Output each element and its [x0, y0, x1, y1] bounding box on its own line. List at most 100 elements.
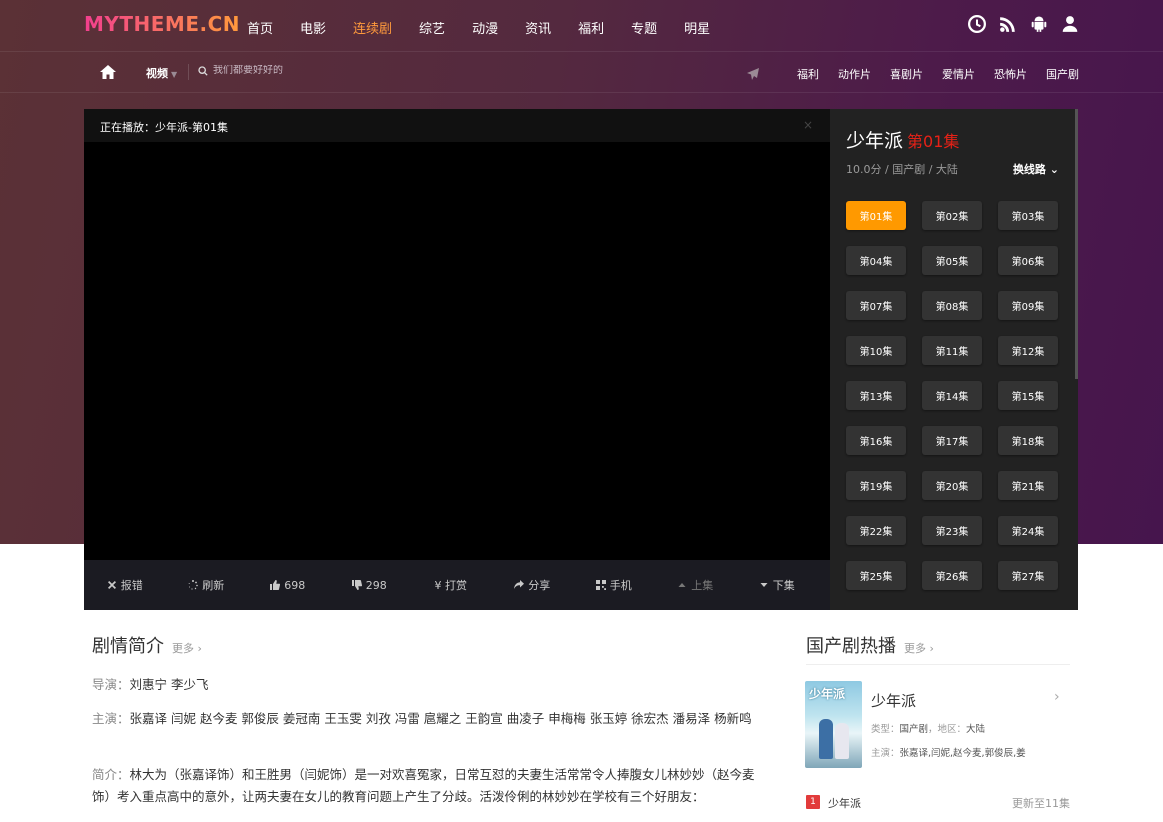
hot-list-heading: 国产剧热播 更多 ›	[806, 632, 934, 658]
episode-button[interactable]: 第05集	[922, 246, 982, 275]
episode-button[interactable]: 第22集	[846, 516, 906, 545]
close-icon	[107, 581, 116, 589]
synopsis-title: 剧情简介	[92, 636, 164, 657]
next-label: 下集	[772, 579, 795, 592]
menu-item-home[interactable]: 首页	[247, 18, 273, 37]
category-select[interactable]: 视频 ▼	[146, 65, 177, 81]
spinner-icon	[188, 580, 199, 590]
episode-panel: 少年派第01集 10.0分 / 国产剧 / 大陆 换线路 ⌄ 第01集 第02集第…	[830, 109, 1078, 610]
report-button[interactable]: 报错	[84, 577, 166, 593]
mobile-button[interactable]: 手机	[573, 577, 655, 593]
featured-poster[interactable]: 少年派	[805, 681, 862, 768]
episode-button[interactable]: 第12集	[998, 336, 1058, 365]
clock-icon[interactable]	[968, 15, 986, 33]
cast-label: 主演：	[92, 711, 130, 726]
sub-link-romance[interactable]: 爱情片	[942, 66, 975, 82]
show-meta: 10.0分 / 国产剧 / 大陆	[846, 163, 958, 176]
sub-link-comedy[interactable]: 喜剧片	[890, 66, 923, 82]
episode-button[interactable]: 第16集	[846, 426, 906, 455]
region-value: 大陆	[966, 724, 986, 735]
sub-link-action[interactable]: 动作片	[838, 66, 871, 82]
dislike-button[interactable]: 298	[329, 579, 411, 592]
episode-button[interactable]: 第25集	[846, 561, 906, 590]
switch-line-button[interactable]: 换线路 ⌄	[1013, 161, 1059, 177]
menu-item-topics[interactable]: 专题	[631, 18, 657, 37]
video-screen[interactable]	[84, 142, 830, 560]
poster-figure	[835, 723, 849, 759]
show-name: 少年派	[846, 130, 904, 152]
episode-button[interactable]: 第15集	[998, 381, 1058, 410]
rank-update: 更新至11集	[1012, 797, 1070, 810]
hot-list-title: 国产剧热播	[806, 636, 896, 657]
user-icon[interactable]	[1061, 15, 1079, 33]
episode-button[interactable]: 第21集	[998, 471, 1058, 500]
episode-button[interactable]: 第10集	[846, 336, 906, 365]
rss-icon[interactable]	[999, 15, 1017, 33]
episode-button[interactable]: 第04集	[846, 246, 906, 275]
episode-button[interactable]: 第26集	[922, 561, 982, 590]
type-label: 类型：	[871, 724, 900, 735]
prev-episode-button[interactable]: 上集	[655, 577, 737, 593]
episode-button[interactable]: 第17集	[922, 426, 982, 455]
director-names: 刘惠宁 李少飞	[129, 677, 209, 692]
top-icons	[968, 15, 1079, 33]
episode-button[interactable]: 第07集	[846, 291, 906, 320]
menu-item-anime[interactable]: 动漫	[472, 18, 498, 37]
rank-list-item[interactable]: 1 少年派 更新至11集	[806, 794, 1070, 810]
menu-item-series[interactable]: 连续剧	[353, 18, 392, 37]
episode-button[interactable]: 第18集	[998, 426, 1058, 455]
region-label: ，地区：	[928, 724, 967, 735]
episode-button[interactable]: 第20集	[922, 471, 982, 500]
synopsis-heading: 剧情简介 更多 ›	[92, 632, 202, 658]
episode-button[interactable]: 第14集	[922, 381, 982, 410]
episode-button[interactable]: 第13集	[846, 381, 906, 410]
home-icon[interactable]	[100, 65, 116, 79]
episode-button[interactable]: 第01集	[846, 201, 906, 230]
episode-button[interactable]: 第27集	[998, 561, 1058, 590]
synopsis-more-link[interactable]: 更多 ›	[172, 642, 202, 655]
poster-title: 少年派	[809, 687, 846, 701]
menu-item-movies[interactable]: 电影	[300, 18, 326, 37]
search-input[interactable]	[213, 65, 363, 76]
episode-button[interactable]: 第11集	[922, 336, 982, 365]
sub-link-domestic[interactable]: 国产剧	[1046, 66, 1079, 82]
search-bar	[198, 65, 363, 76]
sub-link-horror[interactable]: 恐怖片	[994, 66, 1027, 82]
menu-item-welfare[interactable]: 福利	[578, 18, 604, 37]
close-icon[interactable]: ×	[803, 118, 813, 132]
hot-more-link[interactable]: 更多 ›	[904, 642, 934, 655]
episode-button[interactable]: 第02集	[922, 201, 982, 230]
intro-line: 简介：林大为（张嘉译饰）和王胜男（闫妮饰）是一对欢喜冤家，日常互怼的夫妻生活常常…	[92, 764, 772, 808]
refresh-button[interactable]: 刷新	[166, 577, 248, 593]
chevron-right-icon[interactable]: ›	[1054, 689, 1060, 705]
menu-item-variety[interactable]: 综艺	[419, 18, 445, 37]
thumbs-up-icon	[270, 580, 281, 590]
android-icon[interactable]	[1030, 15, 1048, 33]
site-logo[interactable]: MYTHEME.CN	[84, 12, 240, 36]
episode-button[interactable]: 第24集	[998, 516, 1058, 545]
refresh-label: 刷新	[202, 579, 225, 592]
episode-button[interactable]: 第06集	[998, 246, 1058, 275]
like-button[interactable]: 698	[247, 579, 329, 592]
episode-button[interactable]: 第03集	[998, 201, 1058, 230]
caret-down-icon	[760, 583, 768, 587]
rank-number: 1	[806, 795, 820, 809]
sub-link-welfare[interactable]: 福利	[797, 66, 819, 82]
caret-up-icon	[678, 583, 686, 587]
episode-button[interactable]: 第23集	[922, 516, 982, 545]
chevron-down-icon: ⌄	[1049, 163, 1059, 176]
episode-scrollbar[interactable]	[1075, 109, 1078, 379]
next-episode-button[interactable]: 下集	[736, 577, 818, 593]
share-button[interactable]: 分享	[492, 577, 574, 593]
menu-item-stars[interactable]: 明星	[684, 18, 710, 37]
episode-button[interactable]: 第19集	[846, 471, 906, 500]
episode-grid: 第01集 第02集 第03集第04集 第05集 第06集第07集 第08集 第09集第10集…	[846, 201, 1062, 590]
menu-item-news[interactable]: 资讯	[525, 18, 551, 37]
featured-name[interactable]: 少年派	[871, 690, 916, 711]
like-count: 698	[284, 578, 306, 592]
episode-button[interactable]: 第09集	[998, 291, 1058, 320]
share-icon	[514, 580, 525, 589]
episode-button[interactable]: 第08集	[922, 291, 982, 320]
reward-button[interactable]: ¥ 打赏	[410, 577, 492, 593]
divider	[806, 664, 1070, 665]
